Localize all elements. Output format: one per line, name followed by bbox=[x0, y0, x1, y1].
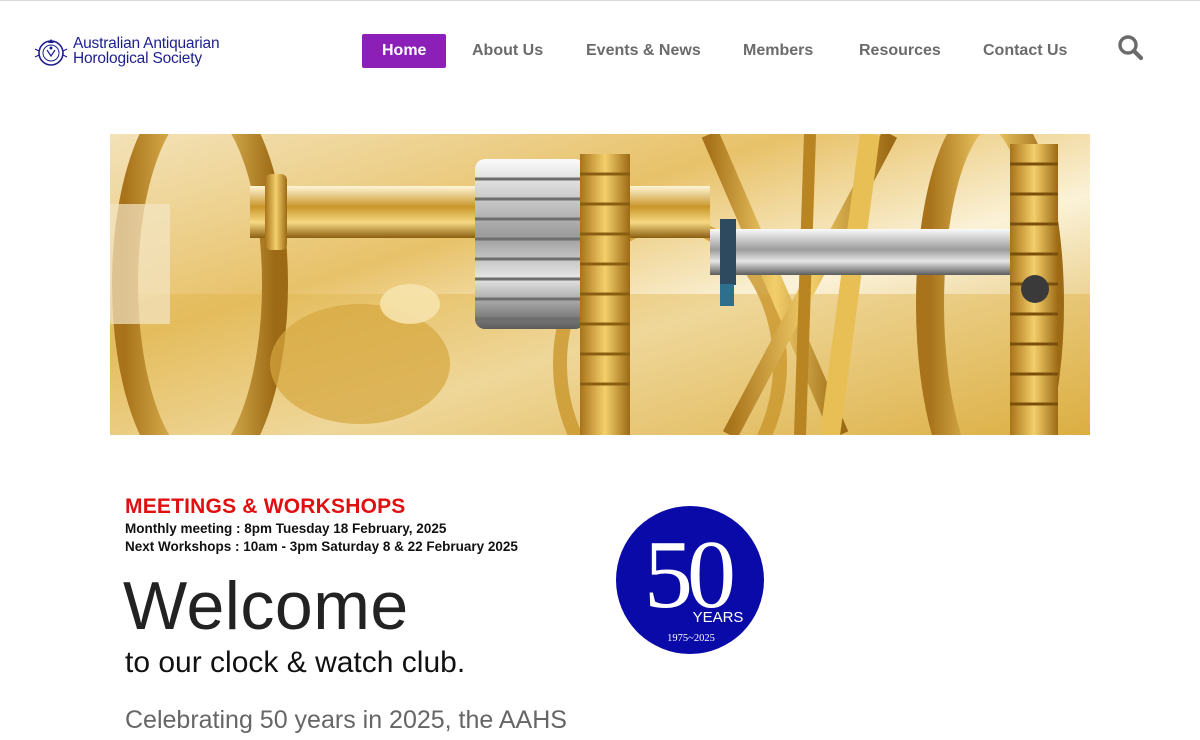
monthly-meeting-info: Monthly meeting : 8pm Tuesday 18 Februar… bbox=[125, 521, 447, 536]
nav-resources[interactable]: Resources bbox=[859, 34, 941, 68]
welcome-subheading: to our clock & watch club. bbox=[125, 646, 466, 679]
site-logo[interactable]: Australian Antiquarian Horological Socie… bbox=[34, 34, 220, 68]
badge-range: 1975~2025 bbox=[667, 633, 715, 644]
society-crest-icon bbox=[34, 39, 68, 66]
logo-line-1: Australian Antiquarian bbox=[73, 35, 220, 52]
fifty-years-badge: 50 YEARS 1975~2025 bbox=[616, 506, 764, 654]
search-icon[interactable] bbox=[1116, 34, 1146, 62]
logo-line-2: Horological Society bbox=[73, 50, 202, 67]
badge-label: YEARS bbox=[693, 609, 744, 626]
nav-members[interactable]: Members bbox=[743, 34, 813, 68]
welcome-heading: Welcome bbox=[123, 568, 409, 644]
welcome-intro: Celebrating 50 years in 2025, the AAHS bbox=[125, 706, 567, 734]
nav-events-news[interactable]: Events & News bbox=[586, 34, 701, 68]
nav-home[interactable]: Home bbox=[362, 34, 447, 68]
nav-contact-us[interactable]: Contact Us bbox=[983, 34, 1067, 68]
logo-text: Australian Antiquarian Horological Socie… bbox=[73, 35, 220, 67]
meetings-title: MEETINGS & WORKSHOPS bbox=[125, 495, 406, 518]
hero-image bbox=[110, 134, 1090, 435]
workshops-info: Next Workshops : 10am - 3pm Saturday 8 &… bbox=[125, 539, 518, 554]
nav-about-us[interactable]: About Us bbox=[472, 34, 543, 68]
